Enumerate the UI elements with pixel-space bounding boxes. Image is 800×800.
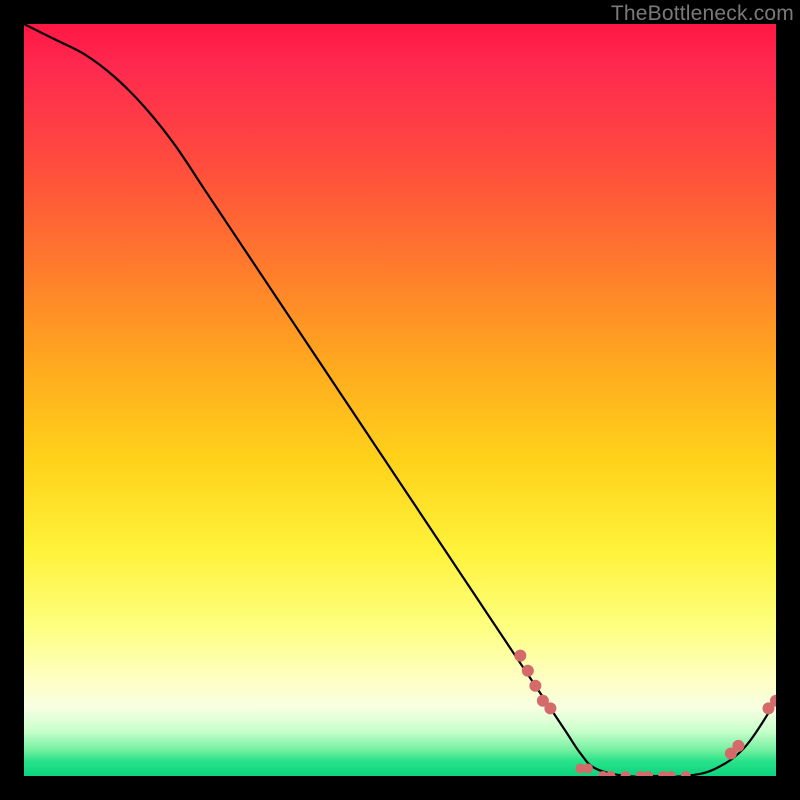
data-markers — [514, 650, 776, 776]
data-marker — [666, 771, 676, 776]
watermark-text: TheBottleneck.com — [611, 2, 794, 26]
plot-area — [24, 24, 776, 776]
bottleneck-curve — [24, 24, 776, 776]
chart-stage: TheBottleneck.com — [0, 0, 800, 800]
data-marker — [583, 763, 593, 773]
data-marker — [529, 680, 541, 692]
data-marker — [681, 771, 691, 776]
data-marker — [621, 771, 631, 776]
data-marker — [732, 740, 744, 752]
chart-svg — [24, 24, 776, 776]
data-marker — [522, 665, 534, 677]
data-marker — [643, 771, 653, 776]
data-marker — [544, 702, 556, 714]
data-marker — [514, 650, 526, 662]
